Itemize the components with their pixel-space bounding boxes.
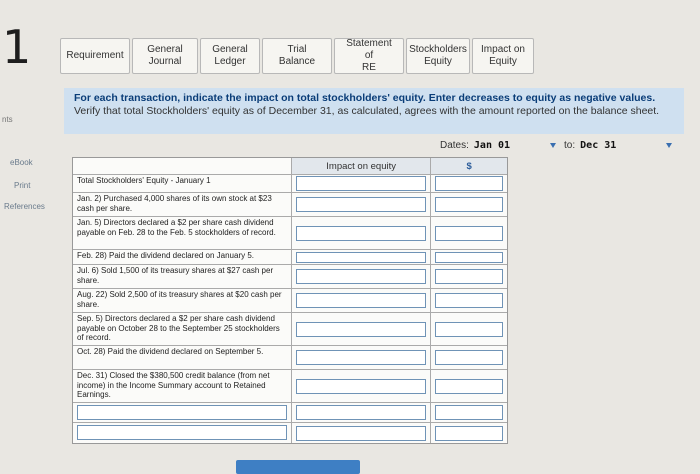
points-label: nts <box>2 115 13 124</box>
impact-input[interactable] <box>295 405 427 420</box>
table-row: Total Stockholders' Equity - January 1 <box>73 175 507 193</box>
amount-input[interactable] <box>435 321 503 337</box>
tab-trial-balance[interactable]: Trial Balance <box>262 38 332 74</box>
references-link[interactable]: References <box>4 202 45 211</box>
ebook-link[interactable]: eBook <box>10 158 33 167</box>
instructions-bold: For each transaction, indicate the impac… <box>74 92 656 104</box>
impact-input[interactable] <box>295 251 427 263</box>
date-from-select[interactable]: Jan 01 <box>474 140 510 151</box>
table-row: Dec. 31) Closed the $380,500 credit bala… <box>73 370 507 403</box>
table-row <box>73 423 507 443</box>
header-blank <box>73 158 292 174</box>
table-row: Feb. 28) Paid the dividend declared on J… <box>73 250 507 265</box>
impact-input[interactable] <box>295 176 427 191</box>
header-unit: $ <box>431 158 507 174</box>
table-row: Jan. 2) Purchased 4,000 shares of its ow… <box>73 193 507 217</box>
row-description: Jul. 6) Sold 1,500 of its treasury share… <box>73 265 292 288</box>
next-tab-button[interactable] <box>236 460 360 474</box>
amount-input[interactable] <box>435 225 503 241</box>
print-link[interactable]: Print <box>14 181 30 190</box>
amount-input[interactable] <box>435 269 503 284</box>
impact-input[interactable] <box>295 321 427 337</box>
tab-statement-of-re[interactable]: Statement of RE <box>334 38 404 74</box>
impact-input[interactable] <box>295 269 427 284</box>
row-description: Jan. 5) Directors declared a $2 per shar… <box>73 217 292 249</box>
date-range: Dates: Jan 01 to: Dec 31 <box>440 140 673 151</box>
amount-input[interactable] <box>435 405 503 420</box>
impact-input[interactable] <box>295 197 427 212</box>
dates-to-label: to: <box>564 140 576 151</box>
tab-stockholders-equity[interactable]: Stockholders Equity <box>406 38 470 74</box>
tab-general-ledger[interactable]: General Ledger <box>200 38 260 74</box>
chevron-down-icon[interactable] <box>550 143 557 148</box>
question-number: 1 <box>2 20 32 74</box>
impact-input[interactable] <box>295 350 427 365</box>
table-row: Sep. 5) Directors declared a $2 per shar… <box>73 313 507 346</box>
chevron-down-icon[interactable] <box>666 143 673 148</box>
impact-input[interactable] <box>295 293 427 308</box>
description-input[interactable] <box>77 425 287 440</box>
impact-table: Impact on equity $ Total Stockholders' E… <box>72 157 508 444</box>
row-description: Dec. 31) Closed the $380,500 credit bala… <box>73 370 292 402</box>
table-row <box>73 403 507 423</box>
impact-input[interactable] <box>295 225 427 241</box>
tab-general-journal[interactable]: General Journal <box>132 38 198 74</box>
dates-label: Dates: <box>440 140 469 151</box>
instructions-normal: Verify that total Stockholders' equity a… <box>74 104 660 117</box>
row-description: Oct. 28) Paid the dividend declared on S… <box>73 346 292 369</box>
amount-input[interactable] <box>435 425 503 441</box>
date-to-select[interactable]: Dec 31 <box>580 140 616 151</box>
amount-input[interactable] <box>435 251 503 263</box>
header-impact-on-equity: Impact on equity <box>291 158 432 174</box>
row-description: Total Stockholders' Equity - January 1 <box>73 175 292 192</box>
tab-bar: Requirement General Journal General Ledger… <box>60 38 536 74</box>
impact-input[interactable] <box>295 378 427 394</box>
amount-input[interactable] <box>435 197 503 212</box>
amount-input[interactable] <box>435 350 503 365</box>
amount-input[interactable] <box>435 293 503 308</box>
amount-input[interactable] <box>435 176 503 191</box>
tab-impact-on-equity[interactable]: Impact on Equity <box>472 38 534 74</box>
description-input[interactable] <box>77 405 287 420</box>
row-description: Feb. 28) Paid the dividend declared on J… <box>73 250 292 264</box>
table-row: Aug. 22) Sold 2,500 of its treasury shar… <box>73 289 507 313</box>
tab-requirement[interactable]: Requirement <box>60 38 130 74</box>
table-row: Oct. 28) Paid the dividend declared on S… <box>73 346 507 370</box>
row-description: Sep. 5) Directors declared a $2 per shar… <box>73 313 292 345</box>
instructions-box: For each transaction, indicate the impac… <box>64 88 684 134</box>
row-description: Aug. 22) Sold 2,500 of its treasury shar… <box>73 289 292 312</box>
impact-input[interactable] <box>295 425 427 441</box>
table-header-row: Impact on equity $ <box>73 158 507 175</box>
row-description: Jan. 2) Purchased 4,000 shares of its ow… <box>73 193 292 216</box>
amount-input[interactable] <box>435 378 503 394</box>
table-row: Jul. 6) Sold 1,500 of its treasury share… <box>73 265 507 289</box>
table-row: Jan. 5) Directors declared a $2 per shar… <box>73 217 507 250</box>
